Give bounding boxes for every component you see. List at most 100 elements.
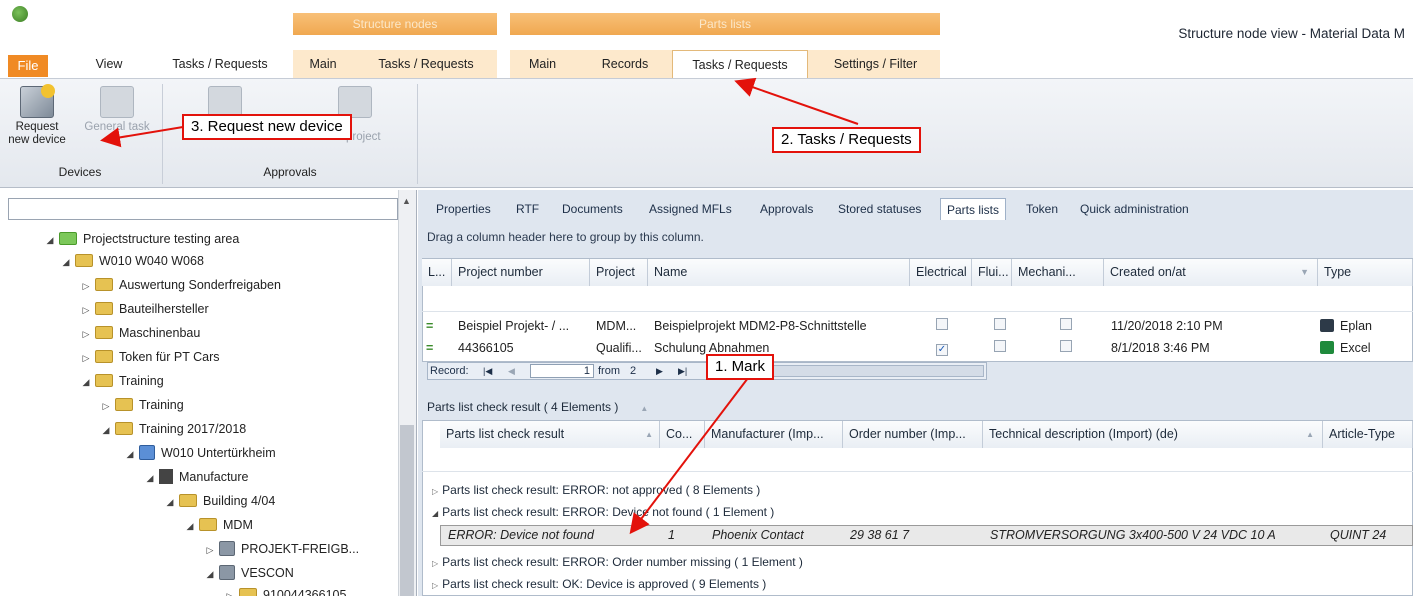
table-row-selected[interactable]: ERROR: Device not found 1 Phoenix Contac… — [440, 525, 1413, 546]
tab-parts-settings-filter[interactable]: Settings / Filter — [813, 50, 938, 78]
tree-node[interactable]: ◢ Training — [80, 370, 164, 392]
tree-node[interactable]: ▷ Token für PT Cars — [80, 346, 220, 368]
sort-asc-icon[interactable]: ▲ — [640, 404, 648, 413]
col-header-l[interactable]: L... — [422, 259, 452, 286]
group-row[interactable]: ◢ Parts list check result: ERROR: Device … — [432, 505, 774, 519]
tree-node[interactable]: ▷ Auswertung Sonderfreigaben — [80, 274, 281, 296]
tab-approvals[interactable]: Approvals — [760, 198, 813, 220]
tab-rtf[interactable]: RTF — [516, 198, 539, 220]
col-header-name[interactable]: Name — [648, 259, 910, 286]
collapsed-icon[interactable]: ▷ — [432, 487, 438, 496]
tab-assigned-mfls[interactable]: Assigned MFLs — [649, 198, 732, 220]
record-input[interactable]: 1 — [530, 364, 594, 378]
tab-file[interactable]: File — [8, 55, 48, 77]
filter-row[interactable] — [422, 286, 1413, 312]
tab-token[interactable]: Token — [1026, 198, 1058, 220]
scroll-up-icon[interactable]: ▲ — [402, 196, 411, 206]
expanded-icon[interactable]: ◢ — [80, 371, 92, 393]
tree-node[interactable]: ◢ W010 W040 W068 — [60, 250, 204, 272]
filter-row[interactable] — [422, 448, 1413, 472]
tab-view[interactable]: View — [80, 50, 138, 78]
col-header-electrical[interactable]: Electrical — [910, 259, 972, 286]
mechanical-checkbox[interactable] — [1060, 318, 1072, 330]
col-header-article-type[interactable]: Article-Type — [1323, 421, 1413, 448]
tree-node[interactable]: ◢ Manufacture — [144, 466, 248, 488]
col-header-check-result[interactable]: Parts list check result ▲ — [440, 421, 660, 448]
expanded-icon[interactable]: ◢ — [432, 509, 438, 518]
col-header-mechanical[interactable]: Mechani... — [1012, 259, 1104, 286]
col-header-type[interactable]: Type — [1318, 259, 1413, 286]
fluid-checkbox[interactable] — [994, 318, 1006, 330]
first-record-icon[interactable]: |◀ — [483, 363, 492, 379]
sort-desc-icon[interactable]: ▼ — [1300, 259, 1309, 286]
col-header-created[interactable]: Created on/at ▼ — [1104, 259, 1318, 286]
expanded-icon[interactable]: ◢ — [164, 491, 176, 513]
general-task-button[interactable]: General task — [84, 86, 150, 134]
col-header-project[interactable]: Project — [590, 259, 648, 286]
request-new-device-button[interactable]: Request new device — [6, 84, 68, 147]
table-row[interactable]: = Beispiel Projekt- / ... MDM... Beispie… — [422, 317, 1413, 337]
tab-quick-administration[interactable]: Quick administration — [1080, 198, 1189, 220]
group-row[interactable]: ▷ Parts list check result: OK: Device is … — [432, 577, 766, 591]
tree-node[interactable]: ◢ Training 2017/2018 — [100, 418, 246, 440]
tab-structure-main[interactable]: Main — [298, 50, 348, 78]
sort-asc-icon[interactable]: ▲ — [1306, 421, 1314, 448]
collapsed-icon[interactable]: ▷ — [80, 299, 92, 321]
next-record-icon[interactable]: ▶ — [656, 363, 663, 379]
collapsed-icon[interactable]: ▷ — [432, 581, 438, 590]
tab-parts-main[interactable]: Main — [515, 50, 570, 78]
expanded-icon[interactable]: ◢ — [100, 419, 112, 441]
expanded-icon[interactable]: ◢ — [204, 563, 216, 585]
tree-node[interactable]: ◢ W010 Untertürkheim — [124, 442, 276, 464]
collapsed-icon[interactable]: ▷ — [80, 275, 92, 297]
group-row-label: Parts list check result: ERROR: not appr… — [442, 483, 761, 497]
tree-node[interactable]: ◢ MDM — [184, 514, 253, 536]
mechanical-checkbox[interactable] — [1060, 340, 1072, 352]
tab-parts-records[interactable]: Records — [585, 50, 665, 78]
collapsed-icon[interactable]: ▷ — [204, 539, 216, 561]
expanded-icon[interactable]: ◢ — [184, 515, 196, 537]
col-header-fluid[interactable]: Flui... — [972, 259, 1012, 286]
tab-structure-tasks-requests[interactable]: Tasks / Requests — [362, 50, 490, 78]
electrical-checkbox[interactable] — [936, 318, 948, 330]
col-header-manufacturer[interactable]: Manufacturer (Imp... — [705, 421, 843, 448]
tree-node[interactable]: ▷ PROJEKT-FREIGB... — [204, 538, 359, 560]
tree-node[interactable]: ◢ Building 4/04 — [164, 490, 275, 512]
expanded-icon[interactable]: ◢ — [60, 251, 72, 273]
col-header-project-number[interactable]: Project number — [452, 259, 590, 286]
tree-node[interactable]: ▷ Bauteilhersteller — [80, 298, 209, 320]
tab-tasks-requests-main[interactable]: Tasks / Requests — [155, 50, 285, 78]
tab-parts-tasks-requests[interactable]: Tasks / Requests — [672, 50, 808, 79]
last-record-icon[interactable]: ▶| — [678, 363, 687, 379]
collapsed-icon[interactable]: ▷ — [80, 347, 92, 369]
tab-properties[interactable]: Properties — [436, 198, 491, 220]
tab-documents[interactable]: Documents — [562, 198, 623, 220]
sort-asc-icon[interactable]: ▲ — [645, 421, 653, 448]
prev-record-icon[interactable]: ◀ — [508, 363, 515, 379]
group-by-chip[interactable]: Parts list check result ( 4 Elements ) ▲ — [427, 398, 648, 416]
collapsed-icon[interactable]: ▷ — [80, 323, 92, 345]
col-header-tech-description[interactable]: Technical description (Import) (de) ▲ — [983, 421, 1323, 448]
fluid-checkbox[interactable] — [994, 340, 1006, 352]
expanded-icon[interactable]: ◢ — [44, 229, 56, 251]
table-row[interactable]: = 44366105 Qualifi... Schulung Abnahmen … — [422, 339, 1413, 359]
tree-node[interactable]: ▷ Maschinenbau — [80, 322, 200, 344]
tree-node[interactable]: ▷ 910044366105 — [224, 584, 346, 596]
collapsed-icon[interactable]: ▷ — [100, 395, 112, 417]
collapsed-icon[interactable]: ▷ — [224, 585, 236, 596]
tree-search-input[interactable] — [8, 198, 398, 220]
group-row[interactable]: ▷ Parts list check result: ERROR: Order n… — [432, 555, 803, 569]
col-header-count[interactable]: Co... — [660, 421, 705, 448]
group-row[interactable]: ▷ Parts list check result: ERROR: not app… — [432, 483, 760, 497]
tree-node[interactable]: ◢ Projectstructure testing area — [44, 228, 239, 250]
collapsed-icon[interactable]: ▷ — [432, 559, 438, 568]
expanded-icon[interactable]: ◢ — [144, 467, 156, 489]
tab-parts-lists[interactable]: Parts lists — [940, 198, 1007, 220]
col-header-order-number[interactable]: Order number (Imp... — [843, 421, 983, 448]
tree-node[interactable]: ◢ VESCON — [204, 562, 294, 584]
tab-stored-statuses[interactable]: Stored statuses — [838, 198, 921, 220]
expanded-icon[interactable]: ◢ — [124, 443, 136, 465]
electrical-checkbox[interactable]: ✓ — [936, 344, 948, 356]
tree-scroll-thumb[interactable] — [400, 425, 414, 596]
tree-node[interactable]: ▷ Training — [100, 394, 184, 416]
